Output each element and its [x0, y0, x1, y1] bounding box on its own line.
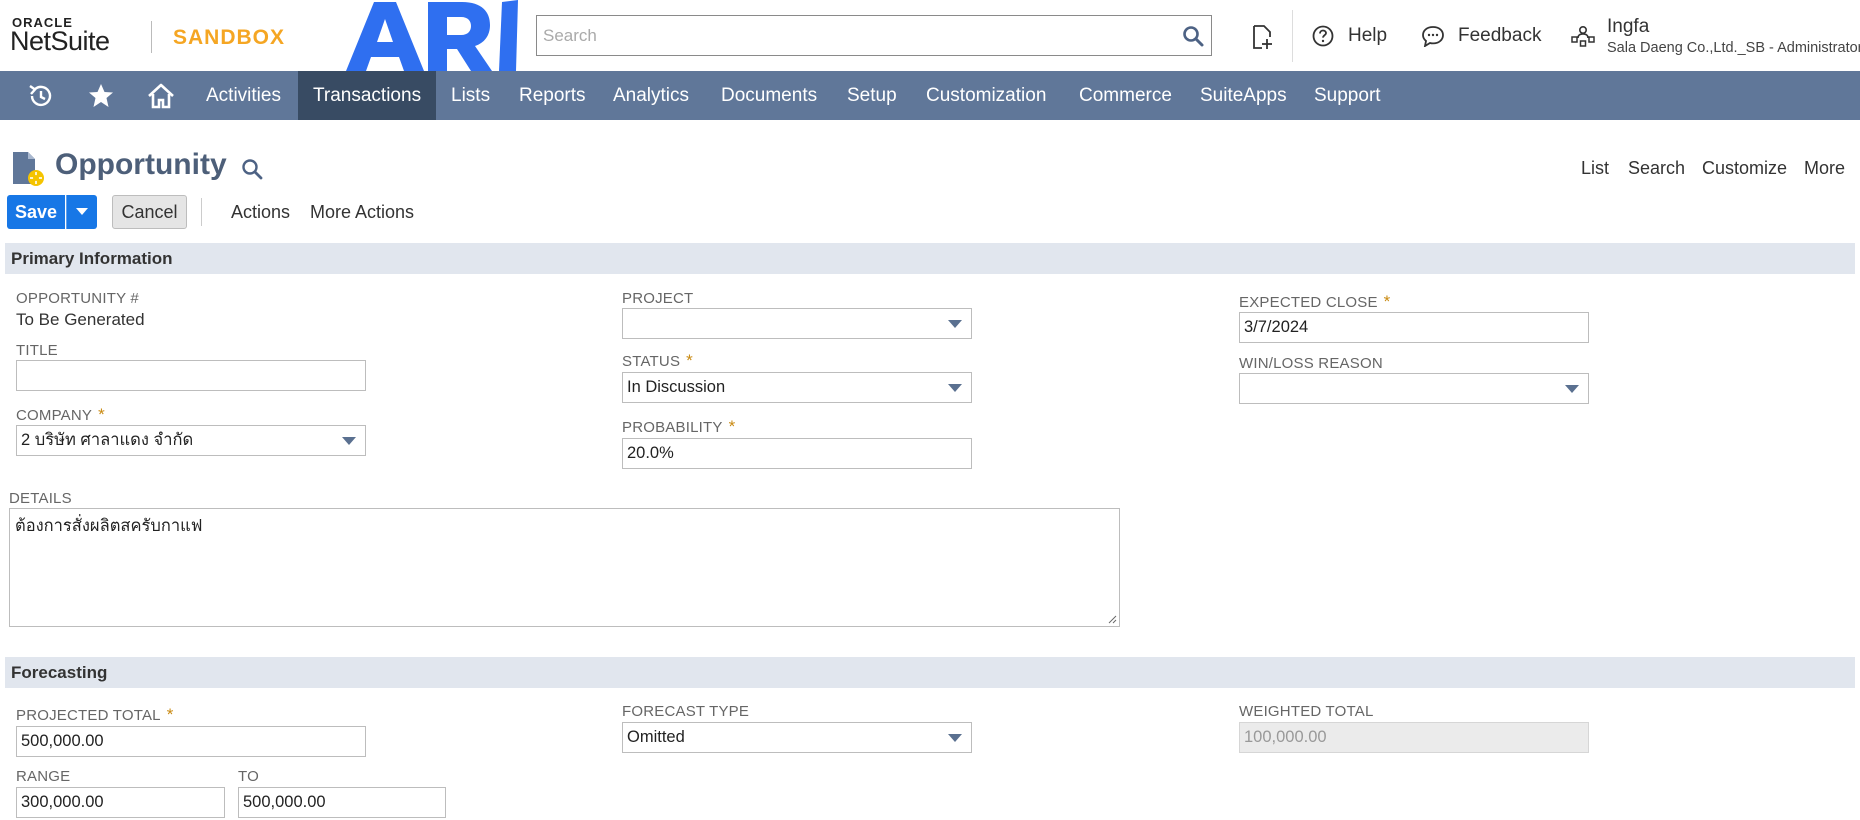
nav-item-suiteapps[interactable]: SuiteApps [1185, 71, 1302, 120]
title-label: TITLE [16, 342, 58, 359]
caret-down-icon [76, 208, 88, 215]
required-mark: * [728, 417, 736, 436]
required-mark: * [98, 405, 105, 424]
global-search-input[interactable] [537, 16, 1167, 55]
forecast-type-select[interactable]: Omitted [622, 722, 972, 753]
title-input[interactable] [16, 360, 366, 391]
actions-menu[interactable]: Actions [231, 202, 290, 223]
probability-label: PROBABILITY * [622, 417, 736, 436]
nav-item-transactions[interactable]: Transactions [298, 71, 437, 120]
toolbar-divider [201, 198, 202, 226]
dropdown-arrow-icon [1565, 385, 1579, 393]
nav-item-reports[interactable]: Reports [504, 71, 601, 120]
user-name[interactable]: Ingfa [1607, 16, 1649, 38]
project-select[interactable] [622, 308, 972, 339]
expected-close-input[interactable] [1239, 312, 1589, 343]
required-mark: * [686, 351, 693, 370]
details-label: DETAILS [9, 490, 72, 507]
home-nav-button[interactable] [131, 71, 191, 120]
recent-nav-button[interactable] [11, 71, 71, 120]
dropdown-arrow-icon [948, 320, 962, 328]
global-search [536, 15, 1212, 56]
nav-item-customization[interactable]: Customization [911, 71, 1061, 120]
page-title: Opportunity [55, 148, 227, 181]
recent-records-icon[interactable] [1250, 24, 1274, 50]
section-title: Primary Information [11, 249, 173, 268]
feedback-link[interactable]: Feedback [1458, 25, 1541, 47]
section-title: Forecasting [11, 663, 108, 682]
projected-total-input[interactable] [16, 726, 366, 757]
nav-item-commerce[interactable]: Commerce [1064, 71, 1187, 120]
header-divider [1292, 10, 1293, 62]
probability-input[interactable] [622, 438, 972, 469]
primary-information-section[interactable]: Primary Information [5, 243, 1855, 274]
range-high-input[interactable] [238, 787, 446, 818]
range-label: RANGE [16, 768, 71, 785]
sandbox-label: SANDBOX [173, 26, 286, 49]
company-select[interactable]: 2 บริษัท ศาลาแดง จำกัด [16, 425, 366, 456]
record-search-icon[interactable] [240, 157, 264, 181]
feedback-icon[interactable] [1421, 25, 1445, 47]
weighted-total-label: WEIGHTED TOTAL [1239, 703, 1374, 720]
range-low-input[interactable] [16, 787, 225, 818]
favorites-nav-button[interactable] [71, 71, 131, 120]
help-icon[interactable] [1312, 25, 1334, 47]
netsuite-logo-text[interactable]: NetSuite [10, 26, 110, 57]
star-icon [89, 83, 113, 107]
list-link[interactable]: List [1581, 158, 1609, 179]
projected-total-label: PROJECTED TOTAL * [16, 705, 174, 724]
main-navigation: Activities Transactions Lists Reports Analyt… [0, 71, 1860, 120]
search-icon[interactable] [1181, 24, 1205, 48]
status-select[interactable]: In Discussion [622, 372, 972, 403]
home-icon [148, 83, 174, 108]
nav-item-support[interactable]: Support [1299, 71, 1396, 120]
opportunity-number-value: To Be Generated [16, 310, 145, 329]
project-label: PROJECT [622, 290, 694, 307]
forecast-type-label: FORECAST TYPE [622, 703, 750, 720]
more-link[interactable]: More [1804, 158, 1845, 179]
history-icon [29, 84, 52, 106]
nav-item-documents[interactable]: Documents [706, 71, 832, 120]
global-header: ORACLE NetSuite SANDBOX Help Feedback [0, 0, 1860, 71]
status-label: STATUS * [622, 351, 693, 370]
more-actions-menu[interactable]: More Actions [310, 202, 414, 223]
ari-logo-icon [346, 0, 518, 71]
win-loss-reason-select[interactable] [1239, 373, 1589, 404]
nav-item-activities[interactable]: Activities [191, 71, 296, 120]
user-role[interactable]: Sala Daeng Co.,Ltd._SB - Administrator [1607, 40, 1860, 56]
range-to-label: TO [238, 768, 259, 785]
logo-divider [151, 21, 152, 53]
required-mark: * [1383, 292, 1391, 311]
search-link[interactable]: Search [1628, 158, 1685, 179]
resize-grip-icon[interactable] [1107, 614, 1117, 624]
save-button[interactable]: Save [7, 195, 65, 229]
win-loss-reason-label: WIN/LOSS REASON [1239, 355, 1383, 372]
opportunity-number-label: OPPORTUNITY # [16, 290, 139, 307]
customize-link[interactable]: Customize [1702, 158, 1787, 179]
nav-item-analytics[interactable]: Analytics [598, 71, 704, 120]
weighted-total-input [1239, 722, 1589, 753]
role-switch-icon[interactable] [1570, 24, 1596, 48]
dropdown-arrow-icon [948, 734, 962, 742]
dropdown-arrow-icon [342, 437, 356, 445]
expected-close-label: EXPECTED CLOSE * [1239, 292, 1391, 311]
forecasting-section[interactable]: Forecasting [5, 657, 1855, 688]
required-mark: * [166, 705, 174, 724]
save-options-dropdown[interactable] [66, 195, 97, 229]
nav-item-lists[interactable]: Lists [436, 71, 505, 120]
cancel-button[interactable]: Cancel [112, 195, 187, 229]
company-label: COMPANY * [16, 405, 105, 424]
dropdown-arrow-icon [948, 384, 962, 392]
opportunity-record-icon [13, 152, 44, 186]
nav-item-setup[interactable]: Setup [832, 71, 912, 120]
details-textarea[interactable]: ต้องการสั่งผลิตสครับกาแฟ [9, 508, 1120, 627]
help-link[interactable]: Help [1348, 25, 1387, 47]
